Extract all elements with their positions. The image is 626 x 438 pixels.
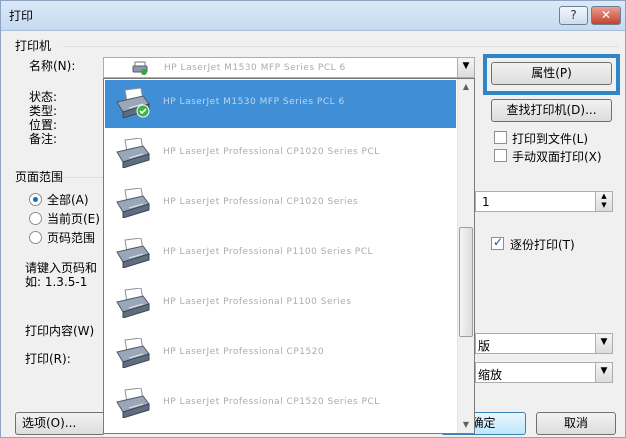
manual-duplex-checkbox[interactable] [494, 149, 507, 162]
name-label: 名称(N): [29, 59, 76, 73]
print-dialog: 打印 ? ✕ 打印机 名称(N): HP LaserJet M1530 MFP … [0, 0, 626, 438]
print-what-value: 版 [478, 339, 491, 353]
manual-duplex-label: 手动双面打印(X) [512, 150, 602, 164]
printer-list-item[interactable]: HP LaserJet M1530 MFP Series PCL 6 [105, 80, 456, 128]
scroll-thumb[interactable] [459, 227, 473, 337]
page-range-radio[interactable] [29, 231, 42, 244]
printer-list-item[interactable]: HP LaserJet Professional P1100 Series PC… [105, 230, 456, 278]
page-range-label: 页码范围 [47, 231, 96, 245]
options-button[interactable]: 选项(O)... [15, 412, 105, 435]
list-scrollbar[interactable]: ▲ ▼ [457, 79, 474, 433]
status-label: 状态: [29, 90, 58, 104]
spinner-arrows-icon[interactable]: ▲ ▼ [595, 192, 612, 211]
copies-value: 1 [482, 195, 490, 209]
printer-list-item[interactable]: HP LaserJet Professional P1100 Series [105, 280, 456, 328]
printer-list-item-label: HP LaserJet M1530 MFP Series PCL 6 [163, 97, 345, 107]
printer-icon [116, 388, 150, 418]
find-printer-button[interactable]: 查找打印机(D)... [491, 99, 612, 122]
print-to-file-label: 打印到文件(L) [512, 132, 589, 146]
copies-spinner[interactable]: 1 ▲ ▼ [475, 191, 613, 212]
printer-list-item[interactable]: HP LaserJet Professional CP1020 Series [105, 180, 456, 228]
comment-label: 备注: [29, 132, 58, 146]
printer-list-item[interactable]: HP LaserJet Professional CP1520 Series P… [105, 380, 456, 428]
scroll-up-icon[interactable]: ▲ [458, 79, 474, 95]
collate-checkbox[interactable] [491, 235, 504, 250]
printer-select[interactable]: HP LaserJet M1530 MFP Series PCL 6 ▼ [103, 57, 475, 78]
all-pages-radio[interactable] [29, 193, 42, 206]
page-range-divider [63, 177, 103, 178]
printer-list-item-label: HP LaserJet Professional CP1520 [163, 347, 325, 357]
printer-list-item-label: HP LaserJet Professional CP1020 Series P… [163, 147, 380, 157]
current-page-radio[interactable] [29, 212, 42, 225]
printer-icon [116, 238, 150, 268]
printer-icon [116, 338, 150, 368]
where-label: 位置: [29, 118, 58, 132]
printer-icon [116, 88, 150, 118]
scroll-down-icon[interactable]: ▼ [458, 417, 474, 433]
current-page-label: 当前页(E) [47, 212, 100, 226]
help-button[interactable]: ? [559, 6, 588, 25]
pages-hint-line-2: 如: 1.3.5-1 [25, 275, 88, 289]
print-label: 打印(R): [25, 352, 71, 366]
print-what-label: 打印内容(W) [25, 324, 95, 338]
printer-small-icon [132, 61, 148, 75]
printer-icon [116, 138, 150, 168]
print-what-select[interactable]: 版 ▼ [475, 333, 613, 354]
page-range-group-label: 页面范围 [15, 170, 64, 184]
cancel-button[interactable]: 取消 [536, 412, 616, 435]
chevron-down-icon[interactable]: ▼ [457, 58, 474, 77]
close-button[interactable]: ✕ [591, 6, 621, 25]
type-label: 类型: [29, 104, 58, 118]
printer-list-item-label: HP LaserJet Professional P1100 Series [163, 297, 352, 307]
printer-list-item-label: HP LaserJet Professional P1100 Series PC… [163, 247, 373, 257]
printer-list-item[interactable]: HP LaserJet Professional CP1020 Series P… [105, 130, 456, 178]
printer-group-label: 打印机 [15, 39, 52, 53]
printer-group-divider [63, 46, 618, 47]
all-pages-label: 全部(A) [47, 193, 89, 207]
dialog-title: 打印 [9, 9, 34, 23]
chevron-down-icon[interactable]: ▼ [595, 334, 612, 353]
printer-dropdown-list[interactable]: ▲ ▼ HP LaserJet M1530 MFP Series PCL 6 HP… [103, 78, 475, 434]
printer-icon [116, 288, 150, 318]
chevron-down-icon[interactable]: ▼ [595, 363, 612, 382]
title-bar: 打印 ? ✕ [1, 1, 625, 31]
printer-list-item-label: HP LaserJet Professional CP1520 Series P… [163, 397, 380, 407]
properties-button[interactable]: 属性(P) [491, 62, 612, 85]
printer-list-item[interactable]: HP LaserJet Professional CP1520 [105, 330, 456, 378]
printer-select-value: HP LaserJet M1530 MFP Series PCL 6 [164, 63, 346, 73]
zoom-value: 缩放 [478, 368, 503, 382]
collate-label: 逐份打印(T) [510, 238, 575, 252]
printer-list-item-label: HP LaserJet Professional CP1020 Series [163, 197, 359, 207]
zoom-select[interactable]: 缩放 ▼ [475, 362, 613, 383]
printer-icon [116, 188, 150, 218]
print-to-file-checkbox[interactable] [494, 131, 507, 144]
